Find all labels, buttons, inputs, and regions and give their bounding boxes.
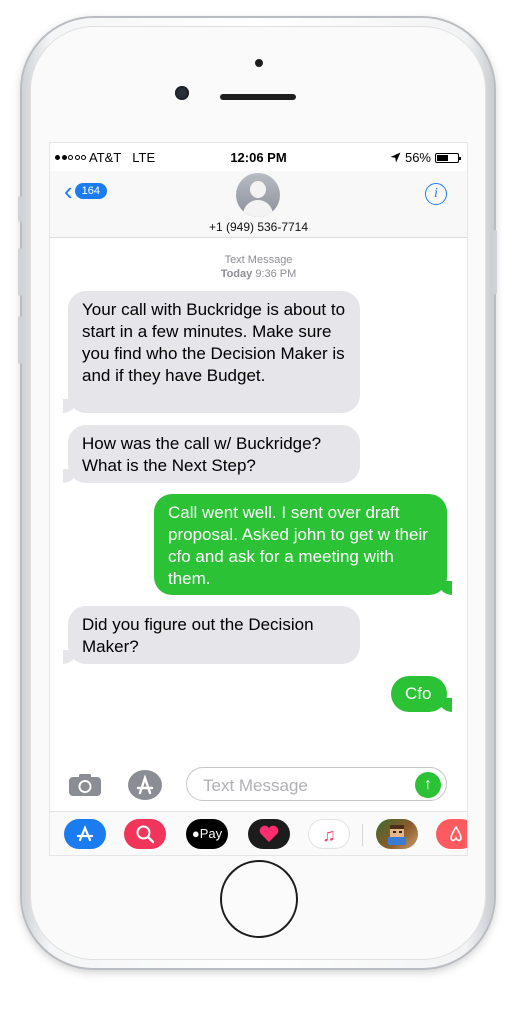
message-bubble-outgoing[interactable]: Call went well. I sent over draft propos… — [154, 494, 452, 595]
game-app-icon[interactable] — [376, 819, 418, 849]
home-button[interactable] — [220, 860, 298, 938]
web-search-icon[interactable] — [124, 819, 166, 849]
message-bubble-incoming[interactable]: Did you figure out the Decision Maker? — [63, 606, 360, 664]
status-right: 56% — [390, 150, 461, 165]
camera-icon[interactable] — [68, 773, 102, 797]
message-bubble-outgoing[interactable]: Cfo — [391, 676, 452, 712]
message-input-field[interactable]: ↑ — [186, 767, 447, 801]
message-bubble-incoming[interactable]: Your call with Buckridge is about to sta… — [63, 291, 360, 413]
app-store-a-icon — [136, 774, 154, 795]
status-bar: AT&T LTE 12:06 PM 56% — [50, 143, 467, 171]
location-arrow-icon — [390, 152, 401, 163]
apple-pay-label: Pay — [199, 826, 223, 841]
back-button[interactable]: ‹ 164 — [64, 176, 108, 206]
apple-pay-icon[interactable]: ●Pay — [186, 819, 228, 849]
thread-timestamp: Text Message Today 9:36 PM — [50, 253, 467, 281]
app-store-drawer-icon[interactable] — [128, 770, 162, 800]
battery-percent: 56% — [404, 150, 431, 165]
conversation-header: ‹ 164 +1 (949) 536-7714 i — [50, 171, 467, 238]
contact-number[interactable]: +1 (949) 536-7714 — [50, 220, 467, 234]
message-composer: ↑ — [50, 767, 467, 807]
power-button — [493, 230, 497, 294]
volume-down-button — [18, 316, 22, 364]
message-input[interactable] — [201, 775, 395, 797]
info-icon[interactable]: i — [425, 183, 447, 205]
front-camera — [175, 86, 189, 100]
volume-up-button — [18, 248, 22, 296]
message-type-label: Text Message — [224, 254, 293, 266]
message-bubble-incoming[interactable]: How was the call w/ Buckridge? What is t… — [63, 425, 360, 483]
battery-icon — [435, 152, 461, 163]
earpiece-speaker — [220, 94, 296, 100]
proximity-sensor — [255, 59, 263, 67]
airbnb-icon[interactable] — [436, 819, 467, 849]
digital-touch-icon[interactable] — [248, 819, 290, 849]
imessage-app-tray: ●Pay ♫ — [50, 811, 467, 855]
tray-divider — [362, 824, 363, 846]
timestamp-day: Today — [220, 268, 253, 280]
chevron-left-icon: ‹ — [64, 176, 73, 206]
messages-screen: AT&T LTE 12:06 PM 56% ‹ 164 +1 (949) 536… — [49, 142, 468, 856]
timestamp-time: 9:36 PM — [255, 268, 297, 280]
unread-count-badge: 164 — [74, 183, 108, 199]
mute-switch — [18, 196, 22, 222]
send-button[interactable]: ↑ — [415, 772, 441, 798]
contact-avatar[interactable] — [236, 173, 280, 217]
app-store-icon[interactable] — [64, 819, 106, 849]
music-icon[interactable]: ♫ — [308, 819, 350, 849]
